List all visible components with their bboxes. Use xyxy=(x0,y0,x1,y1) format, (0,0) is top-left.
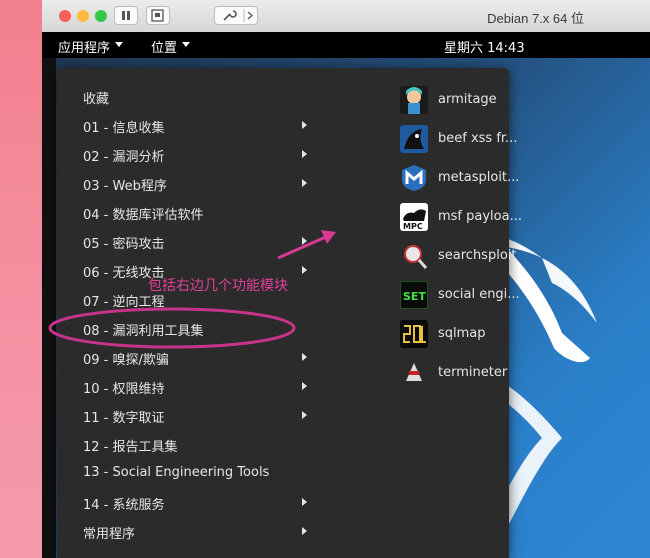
vm-window: Debian 7.x 64 位 应用程序 位置 星期六 14:43 收藏 01 -… xyxy=(42,0,650,558)
annotation-overlay xyxy=(48,230,336,349)
annotation-label: 包括右边几个功能模块 xyxy=(148,278,288,294)
highlight-ellipse xyxy=(48,307,296,349)
annotation-arrow xyxy=(277,234,329,260)
